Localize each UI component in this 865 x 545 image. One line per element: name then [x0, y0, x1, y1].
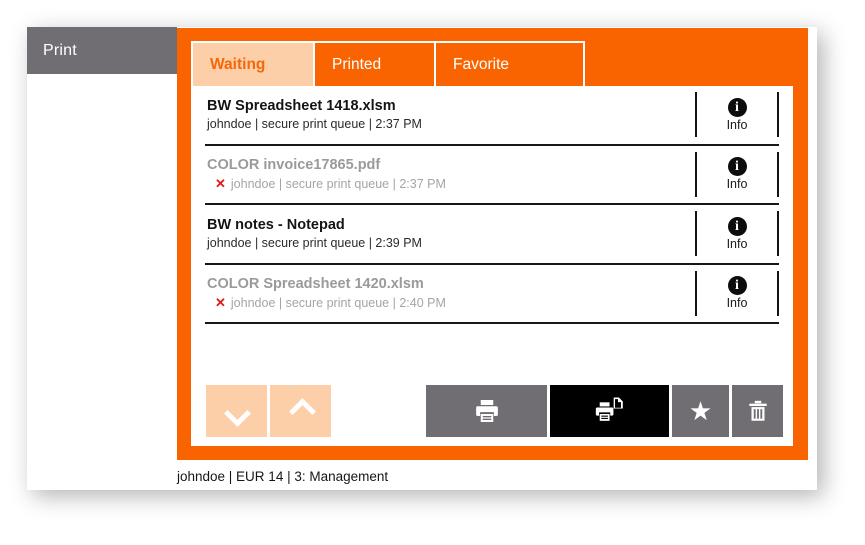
info-button-label: Info	[726, 296, 748, 311]
screen: Print Waiting Printed Favorite BW Spread…	[0, 0, 865, 545]
job-meta: ✕ johndoe | secure print queue | 2:40 PM	[207, 294, 689, 312]
info-circle-icon: i	[727, 157, 747, 177]
info-circle-icon: i	[727, 216, 747, 236]
error-x-icon: ✕	[215, 294, 226, 310]
scroll-up-button[interactable]	[270, 385, 331, 437]
job-info: COLOR invoice17865.pdf ✕ johndoe | secure…	[205, 156, 689, 193]
job-meta: ✕ johndoe | secure print queue | 2:37 PM	[207, 175, 689, 193]
scroll-down-button[interactable]	[206, 385, 267, 437]
job-info: BW notes - Notepad johndoe | secure prin…	[205, 216, 689, 252]
tab-favorite-label: Favorite	[453, 55, 509, 73]
chevron-down-icon	[226, 400, 248, 422]
job-meta: johndoe | secure print queue | 2:37 PM	[207, 116, 689, 133]
print-and-keep-button[interactable]	[550, 385, 669, 437]
info-button-label: Info	[726, 117, 748, 132]
print-job-list: BW Spreadsheet 1418.xlsm johndoe | secur…	[191, 86, 793, 374]
tab-waiting-label: Waiting	[210, 55, 266, 73]
info-button[interactable]: i Info	[695, 151, 779, 197]
job-title: BW notes - Notepad	[207, 216, 345, 233]
job-title: COLOR Spreadsheet 1420.xlsm	[207, 275, 424, 292]
job-meta-text: johndoe | secure print queue | 2:37 PM	[230, 176, 446, 191]
print-tab-button[interactable]: Print	[27, 27, 177, 74]
star-icon: ★	[688, 396, 713, 426]
job-meta-text: johndoe | secure print queue | 2:40 PM	[230, 295, 446, 310]
table-row[interactable]: COLOR Spreadsheet 1420.xlsm ✕ johndoe | s…	[205, 265, 779, 324]
info-button[interactable]: i Info	[695, 211, 779, 257]
job-title: BW Spreadsheet 1418.xlsm	[207, 97, 396, 114]
printer-copy-icon	[595, 397, 623, 421]
info-button[interactable]: i Info	[695, 270, 779, 316]
table-row[interactable]: BW notes - Notepad johndoe | secure prin…	[205, 205, 779, 265]
delete-button[interactable]	[732, 385, 783, 437]
status-bar-text: johndoe | EUR 14 | 3: Management	[177, 468, 389, 484]
tab-printed-label: Printed	[332, 55, 382, 73]
table-row[interactable]: COLOR invoice17865.pdf ✕ johndoe | secure…	[205, 146, 779, 205]
print-tab-label: Print	[43, 41, 77, 59]
info-button-label: Info	[726, 177, 748, 192]
info-circle-icon: i	[727, 97, 747, 117]
job-meta-text: johndoe | secure print queue | 2:39 PM	[207, 235, 422, 250]
print-panel-frame: Waiting Printed Favorite BW Spreadsheet …	[177, 28, 808, 460]
info-circle-icon: i	[727, 276, 747, 296]
job-title: COLOR invoice17865.pdf	[207, 156, 381, 173]
error-x-icon: ✕	[215, 175, 226, 191]
panel-content: BW Spreadsheet 1418.xlsm johndoe | secur…	[191, 86, 793, 446]
trash-icon	[748, 400, 767, 421]
printer-icon	[475, 400, 498, 422]
tab-favorite[interactable]: Favorite	[434, 41, 585, 88]
info-button[interactable]: i Info	[695, 92, 779, 138]
action-toolbar: ★	[191, 374, 793, 446]
table-row[interactable]: BW Spreadsheet 1418.xlsm johndoe | secur…	[205, 86, 779, 146]
job-meta-text: johndoe | secure print queue | 2:37 PM	[207, 116, 422, 131]
print-button[interactable]	[426, 385, 547, 437]
tabstrip: Waiting Printed Favorite	[191, 41, 585, 88]
favorite-button[interactable]: ★	[672, 385, 729, 437]
info-button-label: Info	[726, 236, 748, 251]
chevron-up-icon	[290, 400, 312, 422]
tab-waiting[interactable]: Waiting	[191, 41, 313, 88]
job-info: BW Spreadsheet 1418.xlsm johndoe | secur…	[205, 97, 689, 133]
tab-printed[interactable]: Printed	[313, 41, 434, 88]
job-meta: johndoe | secure print queue | 2:39 PM	[207, 235, 689, 252]
status-bar: johndoe | EUR 14 | 3: Management	[177, 462, 808, 490]
job-info: COLOR Spreadsheet 1420.xlsm ✕ johndoe | s…	[205, 275, 689, 312]
